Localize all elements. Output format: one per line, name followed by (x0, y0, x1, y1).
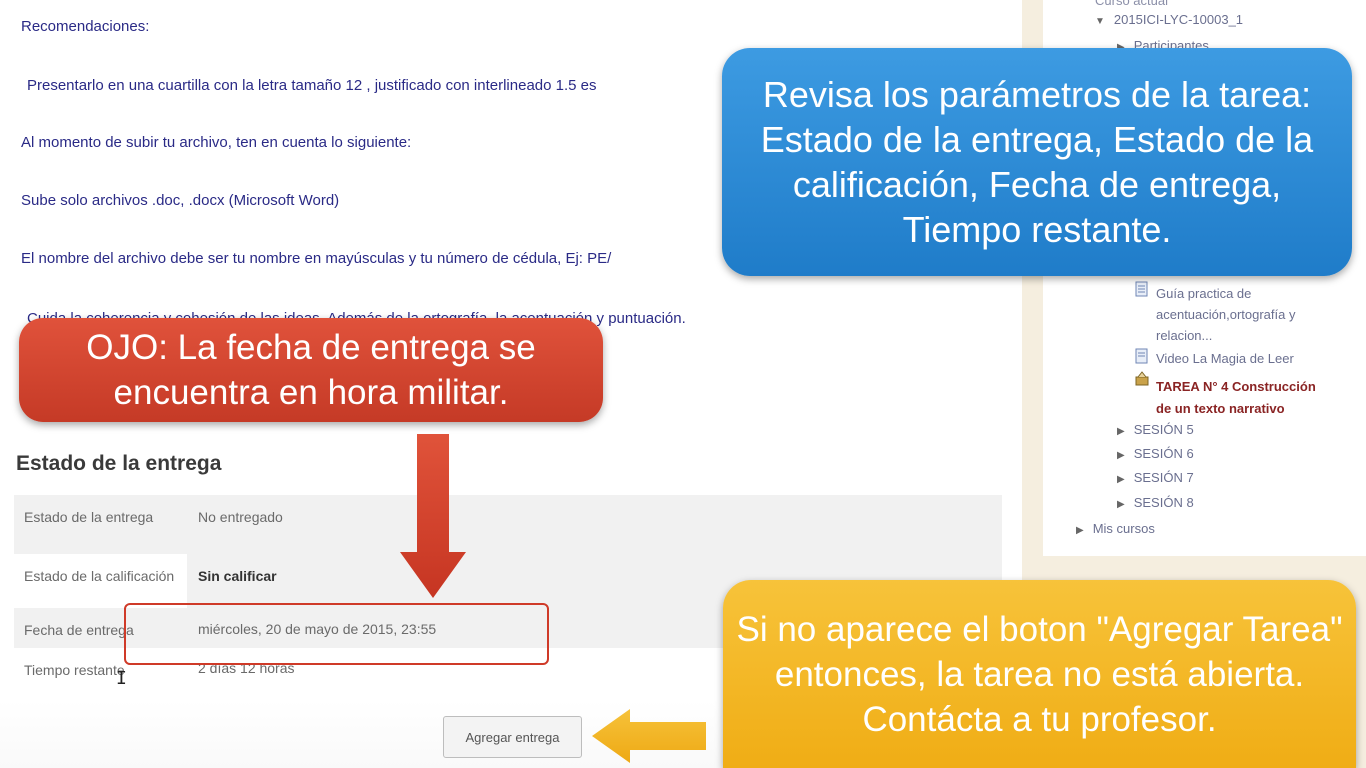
resource-link-video[interactable]: Video La Magia de Leer (1156, 351, 1294, 366)
chevron-right-icon: ▶ (1117, 474, 1125, 485)
document-icon (1135, 281, 1148, 297)
chevron-right-icon: ▶ (1117, 499, 1125, 510)
parameters-callout: Revisa los parámetros de la tarea: Estad… (722, 48, 1352, 276)
recommendations-heading: Recomendaciones: (21, 18, 150, 35)
nav-session-7[interactable]: ▶ SESIÓN 7 (1117, 470, 1194, 485)
resource-link-assignment[interactable]: TAREA N° 4 Construcción de un texto narr… (1156, 376, 1316, 420)
nav-session-5[interactable]: ▶ SESIÓN 5 (1117, 422, 1194, 437)
nav-current-course[interactable]: Curso actual (1095, 0, 1168, 8)
chevron-right-icon: ▶ (1117, 426, 1125, 437)
due-date-highlight (124, 603, 549, 665)
nav-session-8[interactable]: ▶ SESIÓN 8 (1117, 495, 1194, 510)
status-label: Estado de la entrega (14, 495, 187, 554)
submission-status-title: Estado de la entrega (16, 452, 222, 475)
document-icon (1135, 348, 1148, 364)
recommendation-line: Presentarlo en una cuartilla con la letr… (27, 77, 597, 94)
assignment-icon (1135, 371, 1149, 386)
status-value: No entregado (187, 495, 1002, 554)
recommendation-line: El nombre del archivo debe ser tu nombre… (21, 250, 612, 267)
add-task-callout: Si no aparece el boton "Agregar Tarea" e… (723, 580, 1356, 768)
table-row: Estado de la entrega No entregado (14, 495, 1002, 554)
nav-course-item[interactable]: ▼ 2015ICI-LYC-10003_1 (1095, 12, 1243, 27)
text-cursor-icon: I (116, 668, 127, 689)
add-submission-button[interactable]: Agregar entrega (443, 716, 582, 758)
nav-my-courses[interactable]: ▶ Mis cursos (1076, 521, 1155, 536)
left-arrow-icon (592, 709, 706, 763)
chevron-right-icon: ▶ (1117, 450, 1125, 461)
status-label: Estado de la calificación (14, 554, 187, 608)
resource-link-guide[interactable]: Guía practica de acentuación,ortografía … (1156, 283, 1295, 346)
chevron-down-icon: ▼ (1095, 16, 1105, 27)
military-time-callout: OJO: La fecha de entrega se encuentra en… (19, 318, 603, 422)
down-arrow-icon (400, 434, 466, 598)
nav-session-6[interactable]: ▶ SESIÓN 6 (1117, 446, 1194, 461)
recommendation-line: Sube solo archivos .doc, .docx (Microsof… (21, 192, 340, 209)
chevron-right-icon: ▶ (1076, 525, 1084, 536)
recommendation-line: Al momento de subir tu archivo, ten en c… (21, 134, 412, 151)
